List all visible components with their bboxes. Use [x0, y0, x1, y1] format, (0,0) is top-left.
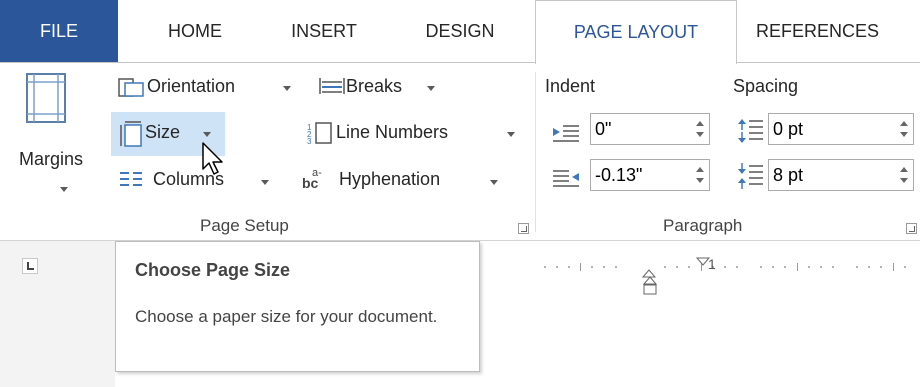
tooltip-description: Choose a paper size for your document.	[135, 307, 438, 326]
orientation-icon	[118, 78, 144, 97]
margins-dropdown-caret[interactable]	[60, 187, 68, 192]
vertical-ruler-strip	[0, 241, 115, 387]
size-button[interactable]: Size	[145, 122, 180, 143]
spacing-label: Spacing	[733, 76, 799, 96]
tooltip-title: Choose Page Size	[135, 260, 291, 280]
mouse-pointer-icon	[202, 142, 223, 175]
spacing-before-icon	[738, 119, 763, 143]
line-numbers-icon: 1 2 3	[307, 122, 332, 145]
tab-page-layout[interactable]: PAGE LAYOUT	[535, 0, 737, 64]
indent-label: Indent	[545, 76, 596, 96]
breaks-icon	[319, 78, 345, 94]
spacing-after-input[interactable]: 8 pt	[768, 159, 914, 191]
tab-references[interactable]: REFERENCES	[748, 0, 920, 62]
indent-left-icon	[553, 125, 579, 142]
size-tooltip: Choose Page Size Choose a paper size for…	[115, 241, 480, 372]
columns-icon	[120, 172, 142, 186]
indent-left-spinner[interactable]	[695, 119, 705, 139]
hyphenation-dropdown-caret[interactable]	[490, 180, 498, 185]
size-icon	[120, 121, 142, 147]
svg-text:bc: bc	[302, 175, 319, 190]
margins-icon[interactable]	[24, 72, 68, 124]
spacing-before-input[interactable]: 0 pt	[768, 113, 914, 145]
group-divider	[535, 72, 536, 232]
paragraph-group-label: Paragraph	[663, 216, 743, 235]
svg-text:3: 3	[307, 137, 312, 145]
indent-right-input[interactable]: -0.13"	[590, 159, 710, 191]
page-setup-group-label: Page Setup	[200, 216, 289, 235]
orientation-dropdown-caret[interactable]	[283, 86, 291, 91]
paragraph-dialog-launcher[interactable]	[906, 223, 917, 234]
indent-left-input[interactable]: 0"	[590, 113, 710, 145]
page-setup-dialog-launcher[interactable]	[518, 223, 529, 234]
columns-dropdown-caret[interactable]	[261, 180, 269, 185]
spacing-before-value: 0 pt	[773, 119, 804, 139]
ribbon-tab-bar: FILE HOME INSERT DESIGN PAGE LAYOUT REFE…	[0, 0, 920, 64]
tab-file[interactable]: FILE	[0, 0, 118, 62]
hyphenation-icon: a- bc	[302, 167, 322, 190]
spacing-after-icon	[738, 163, 763, 189]
line-numbers-button[interactable]: Line Numbers	[336, 122, 448, 143]
hyphenation-button[interactable]: Hyphenation	[339, 169, 440, 190]
indent-left-value: 0"	[595, 119, 612, 139]
size-dropdown-caret[interactable]	[203, 132, 211, 137]
ruler-mark-1: 1	[708, 256, 716, 272]
tab-home[interactable]: HOME	[140, 0, 250, 62]
orientation-button[interactable]: Orientation	[147, 76, 235, 97]
tab-stop-selector[interactable]	[22, 258, 38, 274]
indent-right-spinner[interactable]	[695, 165, 705, 185]
line-numbers-dropdown-caret[interactable]	[507, 132, 515, 137]
indent-right-value: -0.13"	[595, 165, 643, 185]
breaks-dropdown-caret[interactable]	[427, 86, 435, 91]
spacing-after-spinner[interactable]	[899, 165, 909, 185]
tab-insert[interactable]: INSERT	[264, 0, 384, 62]
hanging-indent-marker[interactable]	[643, 274, 657, 296]
spacing-after-value: 8 pt	[773, 165, 804, 185]
indent-right-icon	[553, 170, 579, 187]
breaks-button[interactable]: Breaks	[346, 76, 402, 97]
spacing-before-spinner[interactable]	[899, 119, 909, 139]
margins-button[interactable]: Margins	[19, 149, 83, 170]
tab-design[interactable]: DESIGN	[400, 0, 520, 62]
